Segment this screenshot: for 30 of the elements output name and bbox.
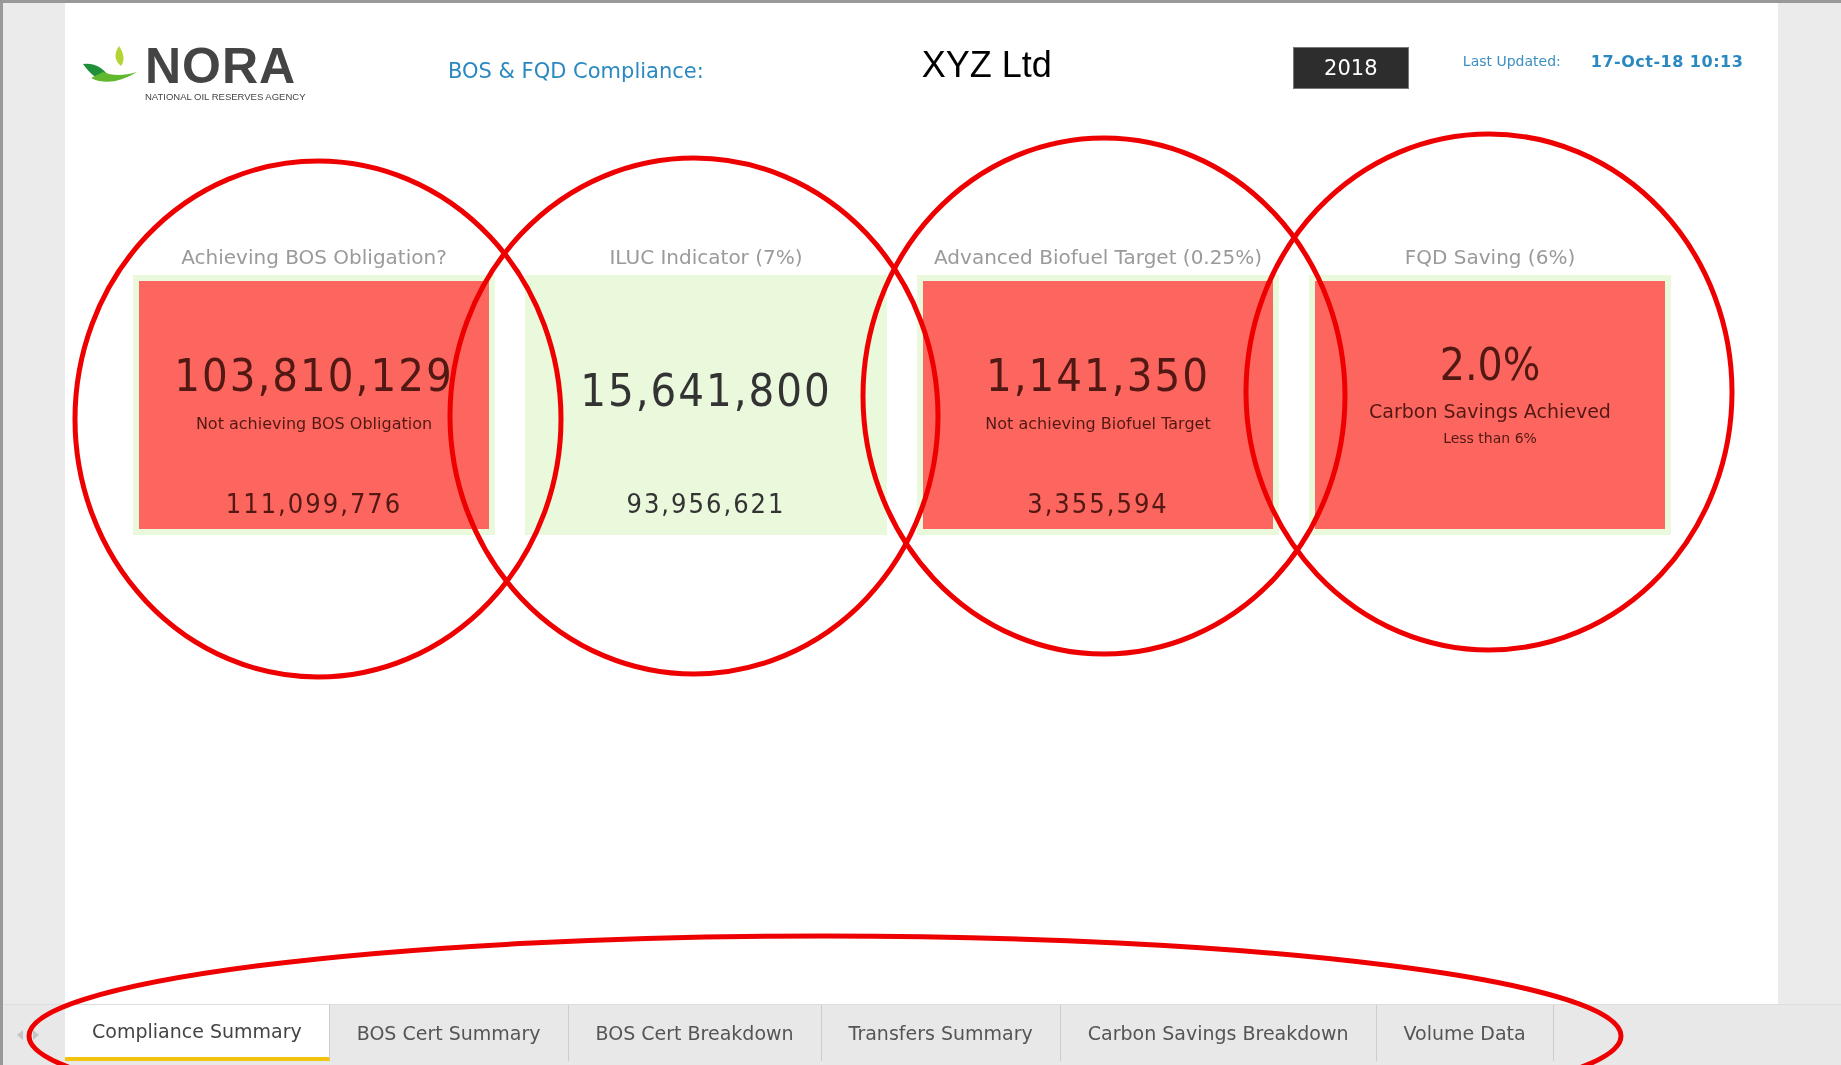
company-name: XYZ Ltd bbox=[921, 44, 1052, 86]
page-tab[interactable]: BOS Cert Breakdown bbox=[568, 1005, 822, 1061]
card-title: Achieving BOS Obligation? bbox=[181, 245, 447, 271]
card-total: 111,099,776 bbox=[225, 488, 403, 521]
logo-tagline: NATIONAL OIL RESERVES AGENCY bbox=[145, 90, 306, 102]
scroll-left-icon[interactable] bbox=[17, 1030, 23, 1040]
card-value: 1,141,350 bbox=[986, 348, 1210, 402]
card-title: FQD Saving (6%) bbox=[1404, 245, 1576, 271]
page-tab[interactable]: Carbon Savings Breakdown bbox=[1060, 1005, 1377, 1061]
last-updated-value: 17-Oct-18 10:13 bbox=[1590, 51, 1744, 71]
card-value: 2.0% bbox=[1439, 339, 1541, 390]
card-total: 3,355,594 bbox=[1027, 488, 1169, 521]
year-badge[interactable]: 2018 bbox=[1292, 47, 1409, 89]
page-tab[interactable]: Transfers Summary bbox=[821, 1005, 1061, 1061]
card-note: Carbon Savings Achieved bbox=[1369, 400, 1611, 422]
card-title: Advanced Biofuel Target (0.25%) bbox=[934, 245, 1262, 271]
card-title: ILUC Indicator (7%) bbox=[609, 245, 803, 271]
last-updated-label: Last Updated: bbox=[1462, 53, 1561, 69]
card-value: 103,810,129 bbox=[174, 348, 454, 402]
card-total: 93,956,621 bbox=[626, 488, 786, 521]
page-tab[interactable]: Compliance Summary bbox=[65, 1005, 330, 1061]
card-subnote: Less than 6% bbox=[1443, 430, 1537, 446]
scroll-right-icon[interactable] bbox=[33, 1030, 39, 1040]
card-note: Not achieving BOS Obligation bbox=[195, 413, 433, 433]
card-value: 15,641,800 bbox=[580, 364, 832, 417]
page-tab[interactable]: Volume Data bbox=[1376, 1005, 1554, 1061]
report-title: BOS & FQD Compliance: bbox=[448, 59, 704, 83]
card-note: Not achieving Biofuel Target bbox=[985, 413, 1211, 433]
logo-wordmark: NORA bbox=[145, 40, 298, 91]
page-tab[interactable]: BOS Cert Summary bbox=[329, 1005, 569, 1061]
